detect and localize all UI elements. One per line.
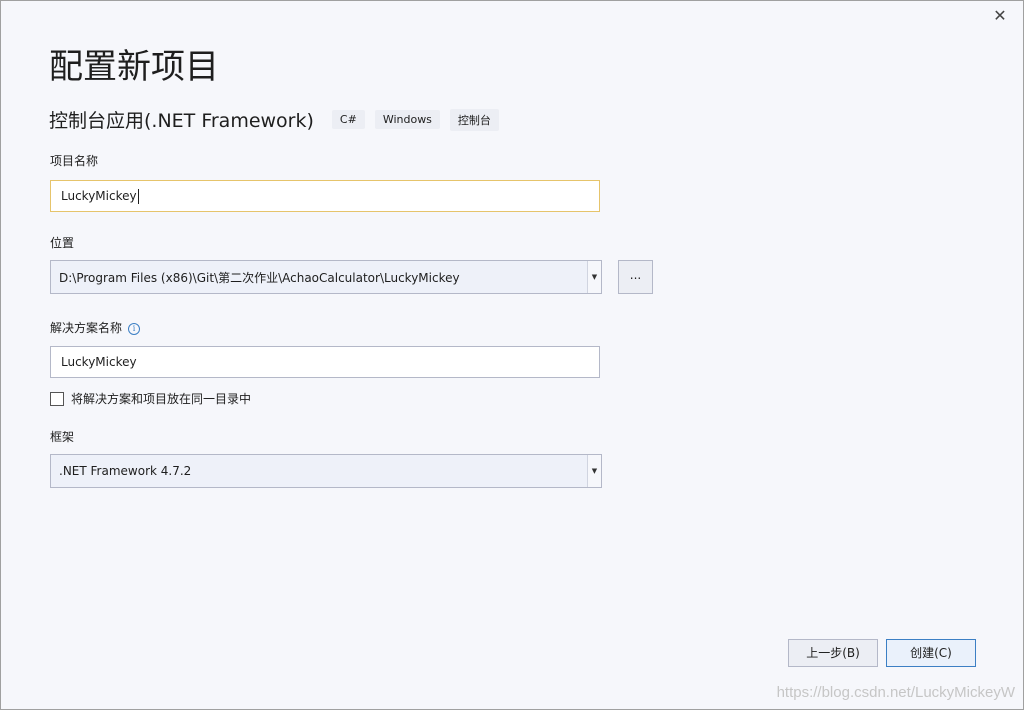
framework-value: .NET Framework 4.7.2 [59, 464, 192, 478]
close-icon[interactable]: ✕ [991, 7, 1009, 25]
project-name-input[interactable]: LuckyMickey [50, 180, 600, 212]
template-info: 控制台应用(.NET Framework) C# Windows 控制台 [49, 106, 509, 133]
page-title: 配置新项目 [49, 47, 219, 87]
info-icon[interactable]: i [128, 322, 141, 335]
location-combobox[interactable]: D:\Program Files (x86)\Git\第二次作业\AchaoCa… [50, 260, 602, 294]
browse-button[interactable]: ... [618, 260, 653, 294]
location-label: 位置 [50, 236, 75, 250]
create-button[interactable]: 创建(C) [886, 639, 976, 667]
framework-label: 框架 [50, 430, 75, 444]
tag-language: C# [331, 110, 365, 129]
same-directory-option[interactable]: 将解决方案和项目放在同一目录中 [50, 390, 251, 407]
project-name-value: LuckyMickey [61, 189, 137, 203]
watermark: https://blog.csdn.net/LuckyMickeyW [776, 684, 1015, 701]
location-value: D:\Program Files (x86)\Git\第二次作业\AchaoCa… [59, 270, 460, 285]
same-directory-label: 将解决方案和项目放在同一目录中 [71, 392, 252, 406]
back-button[interactable]: 上一步(B) [788, 639, 878, 667]
configure-project-dialog: ✕ 配置新项目 控制台应用(.NET Framework) C# Windows… [0, 0, 1024, 710]
framework-combobox[interactable]: .NET Framework 4.7.2 ▼ [50, 454, 602, 488]
tag-platform: Windows [374, 110, 440, 129]
chevron-down-icon[interactable]: ▼ [587, 261, 601, 293]
template-name: 控制台应用(.NET Framework) [49, 110, 314, 132]
project-name-label: 项目名称 [50, 154, 99, 168]
solution-name-value: LuckyMickey [61, 355, 137, 369]
solution-name-input[interactable]: LuckyMickey [50, 346, 600, 378]
text-caret [137, 188, 139, 204]
tag-project-type: 控制台 [449, 108, 499, 131]
solution-name-label-row: 解决方案名称 i [50, 319, 141, 336]
chevron-down-icon[interactable]: ▼ [587, 455, 601, 487]
solution-name-label: 解决方案名称 [50, 321, 123, 335]
same-directory-checkbox[interactable] [50, 391, 64, 406]
